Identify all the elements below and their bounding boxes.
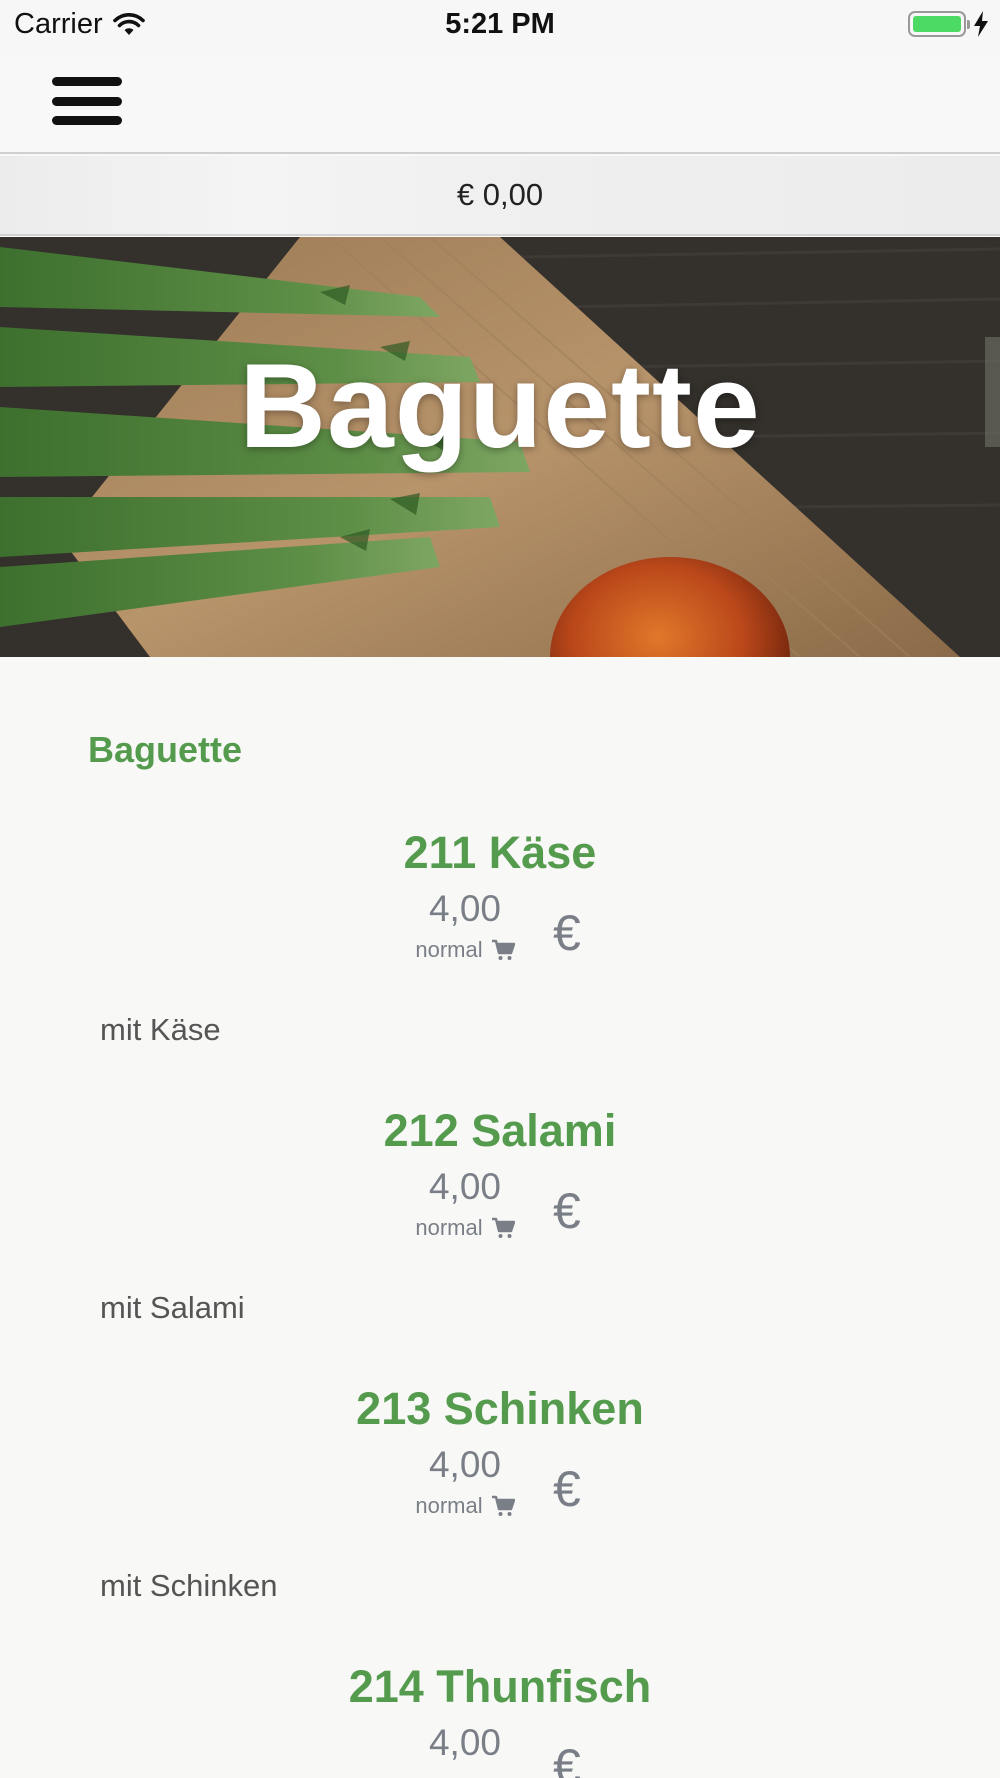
product-description: mit Schinken [100, 1568, 278, 1603]
price-button[interactable]: 4,00 normal [390, 1445, 540, 1519]
hero-banner: Baguette [0, 237, 1000, 657]
currency-symbol: € [553, 905, 581, 961]
battery-icon [908, 11, 970, 37]
section-title: Baguette [88, 729, 243, 770]
status-right [908, 10, 990, 38]
status-bar: Carrier 5:21 PM [0, 0, 1000, 50]
currency-symbol: € [553, 1739, 581, 1778]
product-description: mit Käse [100, 1012, 221, 1047]
nav-bar [0, 50, 1000, 154]
status-time: 5:21 PM [445, 8, 555, 40]
product-name: 213 Schinken [356, 1383, 644, 1434]
cart-total: € 0,00 [456, 177, 544, 212]
hamburger-line [52, 96, 122, 106]
product-name: 212 Salami [383, 1105, 617, 1156]
price-value: 4,00 [428, 1444, 501, 1485]
currency-symbol: € [553, 1183, 581, 1239]
hero-title: Baguette [239, 339, 761, 473]
hamburger-menu-icon[interactable] [52, 74, 122, 128]
product-name: 214 Thunfisch [348, 1661, 652, 1712]
hamburger-line [52, 116, 122, 125]
cart-total-bar[interactable]: € 0,00 [0, 156, 1000, 236]
hamburger-line [52, 77, 122, 86]
price-button[interactable]: 4,00 [390, 1723, 540, 1763]
product-description: mit Salami [100, 1290, 245, 1325]
size-label: normal [415, 937, 483, 962]
price-value: 4,00 [428, 1166, 501, 1207]
cart-icon [491, 1495, 515, 1516]
price-size-label: normal [390, 937, 540, 963]
battery-level [913, 16, 961, 32]
price-value: 4,00 [428, 1722, 501, 1763]
price-button[interactable]: 4,00 normal [390, 889, 540, 963]
size-label: normal [415, 1215, 483, 1240]
currency-symbol: € [553, 1461, 581, 1517]
price-size-label: normal [390, 1215, 540, 1241]
product-name: 211 Käse [403, 827, 597, 878]
cart-icon [491, 1217, 515, 1238]
price-button[interactable]: 4,00 normal [390, 1167, 540, 1241]
cart-icon [491, 939, 515, 960]
size-label: normal [415, 1493, 483, 1518]
price-value: 4,00 [428, 888, 501, 929]
charging-bolt-icon [974, 11, 988, 37]
price-size-label: normal [390, 1493, 540, 1519]
